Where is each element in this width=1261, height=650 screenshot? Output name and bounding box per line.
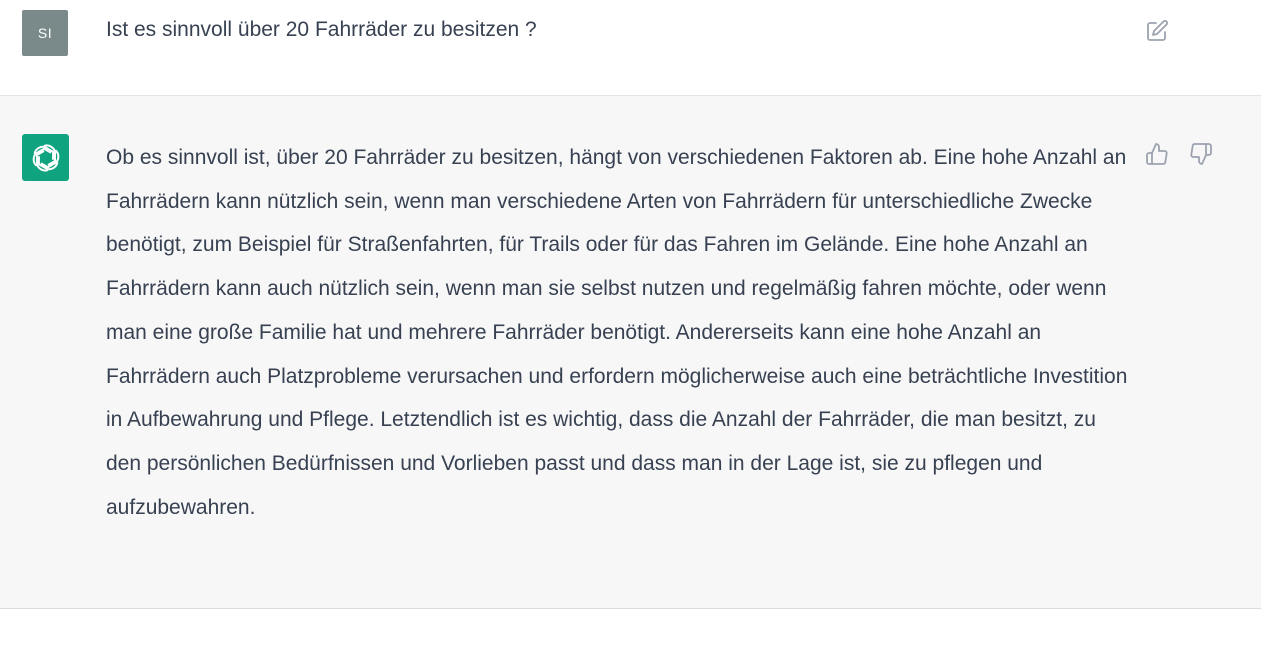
thumbs-down-icon <box>1190 143 1212 165</box>
assistant-message-row: Ob es sinnvoll ist, über 20 Fahrräder zu… <box>0 96 1261 609</box>
thumbs-down-button[interactable] <box>1187 140 1215 168</box>
assistant-avatar <box>22 134 69 181</box>
user-avatar: SI <box>22 10 68 56</box>
thumbs-up-button[interactable] <box>1143 140 1171 168</box>
assistant-message-text: Ob es sinnvoll ist, über 20 Fahrräder zu… <box>106 146 1128 519</box>
user-message-text: Ist es sinnvoll über 20 Fahrräder zu bes… <box>106 18 537 41</box>
openai-logo-icon <box>32 144 59 171</box>
edit-message-button[interactable] <box>1144 18 1170 44</box>
user-avatar-initials: SI <box>37 25 53 41</box>
thumbs-up-icon <box>1146 143 1168 165</box>
user-message-row: SI Ist es sinnvoll über 20 Fahrräder zu … <box>0 0 1261 96</box>
edit-icon <box>1147 20 1168 41</box>
